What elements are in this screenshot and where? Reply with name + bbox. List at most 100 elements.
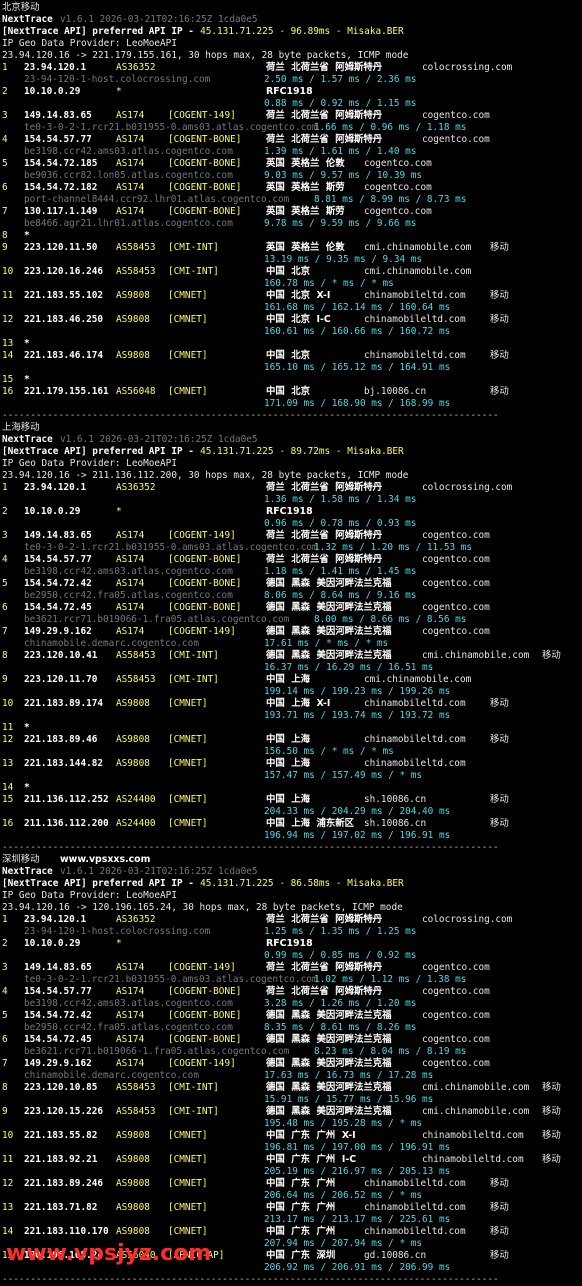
hop-rtt: 171.09 ms / 168.90 ms / 168.99 ms [264,398,451,409]
hop-hostname: be2950.ccr42.fra05.atlas.cogentco.com [24,1022,233,1033]
hop-ip: 154.54.72.182 [24,182,98,193]
hop-rtt: 195.48 ms / 195.28 ms / * ms [264,1118,423,1129]
hop-ip: 221.183.110.170 [24,1226,109,1237]
hop-rtt: 213.17 ms / 213.17 ms / 225.61 ms [264,1214,451,1225]
hop-ip: 221.183.89.246 [24,1178,104,1189]
hop-isp: 移动 [490,794,509,805]
geo-provider: IP Geo Data Provider: LeoMoeAPI [2,458,177,469]
hop-number: 6 [2,1034,8,1045]
hop-ip: 154.54.57.77 [24,986,92,997]
hop-ip: 10.10.0.29 [24,86,81,97]
hop-domain: chinamobileltd.com [364,734,466,745]
hop-asn: AS174 [116,182,145,193]
hop-geo: 德国 黑森 美因河畔法兰克福 [266,1082,392,1093]
hop-asn: * [116,938,122,949]
hop-ip: 221.183.144.82 [24,758,104,769]
hop-rtt: 206.92 ms / 206.91 ms / 206.99 ms [264,1262,451,1273]
hop-asn: AS174 [116,986,145,997]
hop-rtt: 160.61 ms / 160.66 ms / 160.72 ms [264,326,451,337]
hop-rtt: 8.06 ms / 8.64 ms / 9.16 ms [264,590,417,601]
hop-isp: 移动 [490,1250,509,1261]
hop-geo: 荷兰 北荷兰省 阿姆斯特丹 [266,482,383,493]
hop-tag: [COGENT-149] [168,110,236,121]
hop-geo: 德国 黑森 美因河畔法兰克福 [266,578,392,589]
hop-ip: * [24,722,30,733]
hop-number: 6 [2,182,8,193]
hop-ip: 223.120.15.226 [24,1106,104,1117]
hop-domain: cmi.chinamobile.com [422,1106,530,1117]
hop-asn: AS58453 [116,1082,156,1093]
hop-geo: 德国 黑森 美因河畔法兰克福 [266,626,392,637]
hop-ip: 23.94.120.1 [24,914,87,925]
hop-geo: RFC1918 [266,86,313,97]
hop-tag: [COGENT-149] [168,626,236,637]
hop-asn: AS9808 [116,290,150,301]
app-name: NextTrace [2,14,53,25]
hop-number: 15 [2,374,14,385]
hop-number: 11 [2,722,14,733]
hop-number: 5 [2,578,8,589]
hop-tag: [COGENT-149] [168,962,236,973]
hop-ip: 223.120.11.50 [24,242,98,253]
hop-rtt: 17.63 ms / 16.73 ms / 17.28 ms [264,1070,434,1081]
api-dash: - [330,878,348,889]
hop-geo: 荷兰 北荷兰省 阿姆斯特丹 [266,134,383,145]
hop-geo: 中国 广东 广州 I-C [266,1154,357,1165]
trace-summary: 23.94.120.16 -> 211.136.112.200, 30 hops… [2,470,409,481]
hop-ip: 149.14.83.65 [24,530,92,541]
hop-hostname: be3198.ccr42.ams03.atlas.cogentco.com [24,998,233,1009]
hop-asn: AS9808 [116,1226,150,1237]
watermark-text: www.vpsjyz.com [6,1241,212,1266]
api-ip: 45.131.71.225 [200,878,274,889]
hop-tag: [COGENT-BONE] [168,206,242,217]
hop-asn: AS58453 [116,674,156,685]
hop-isp: 移动 [490,1178,509,1189]
hop-ip: 154.54.72.45 [24,602,92,613]
hop-geo: 中国 上海 [266,674,311,685]
hop-tag: [CMNET] [168,386,208,397]
hop-ip: 149.14.83.65 [24,110,92,121]
hop-number: 2 [2,938,8,949]
hop-domain: cogentco.com [364,182,432,193]
hop-rtt: 8.00 ms / 8.66 ms / 8.56 ms [314,614,467,625]
hop-geo: 荷兰 北荷兰省 阿姆斯特丹 [266,962,383,973]
hop-tag: [COGENT-BONE] [168,182,242,193]
geo-provider: IP Geo Data Provider: LeoMoeAPI [2,38,177,49]
hop-tag: [CMNET] [168,1130,208,1141]
hop-number: 14 [2,782,14,793]
hop-geo: 荷兰 北荷兰省 阿姆斯特丹 [266,986,383,997]
hop-isp: 移动 [490,350,509,361]
hop-rtt: 206.64 ms / 206.52 ms / * ms [264,1190,423,1201]
hop-asn: AS9808 [116,1130,150,1141]
separator-line: ----------------------------------------… [2,1274,499,1285]
hop-domain: cogentco.com [422,602,490,613]
hop-number: 6 [2,602,8,613]
hop-ip: 223.120.10.85 [24,1082,98,1093]
hop-rtt: 3.28 ms / 1.26 ms / 1.20 ms [264,998,417,1009]
hop-hostname: 23-94-120-1-host.colocrossing.com [24,926,211,937]
trace-summary: 23.94.120.16 -> 120.196.165.24, 30 hops … [2,902,403,913]
hop-number: 10 [2,266,14,277]
hop-tag: [CMNET] [168,314,208,325]
hop-geo: 中国 北京 [266,266,311,277]
hop-number: 1 [2,62,8,73]
hop-rtt: 0.99 ms / 0.85 ms / 0.92 ms [264,950,417,961]
version-text: v1.6.1 2026-03-21T02:16:25Z 1cda0e5 [60,866,258,877]
api-dash: - [273,446,291,457]
api-dash: - [273,26,291,37]
hop-rtt: 1.18 ms / 1.41 ms / 1.45 ms [264,566,417,577]
hop-number: 13 [2,1202,14,1213]
hop-domain: cogentco.com [422,1010,490,1021]
api-ip: 45.131.71.225 [200,446,274,457]
version-text: v1.6.1 2026-03-21T02:16:25Z 1cda0e5 [60,434,258,445]
hop-isp: 移动 [542,650,561,661]
hop-number: 9 [2,1106,8,1117]
hop-number: 9 [2,674,8,685]
hop-geo: 中国 广东 广州 [266,1202,336,1213]
hop-geo: 荷兰 北荷兰省 阿姆斯特丹 [266,914,383,925]
api-node: Misaka.BER [347,26,404,37]
hop-ip: 221.183.55.82 [24,1130,98,1141]
hop-number: 5 [2,158,8,169]
api-ip: 45.131.71.225 [200,26,274,37]
hop-tag: [CMNET] [168,1178,208,1189]
